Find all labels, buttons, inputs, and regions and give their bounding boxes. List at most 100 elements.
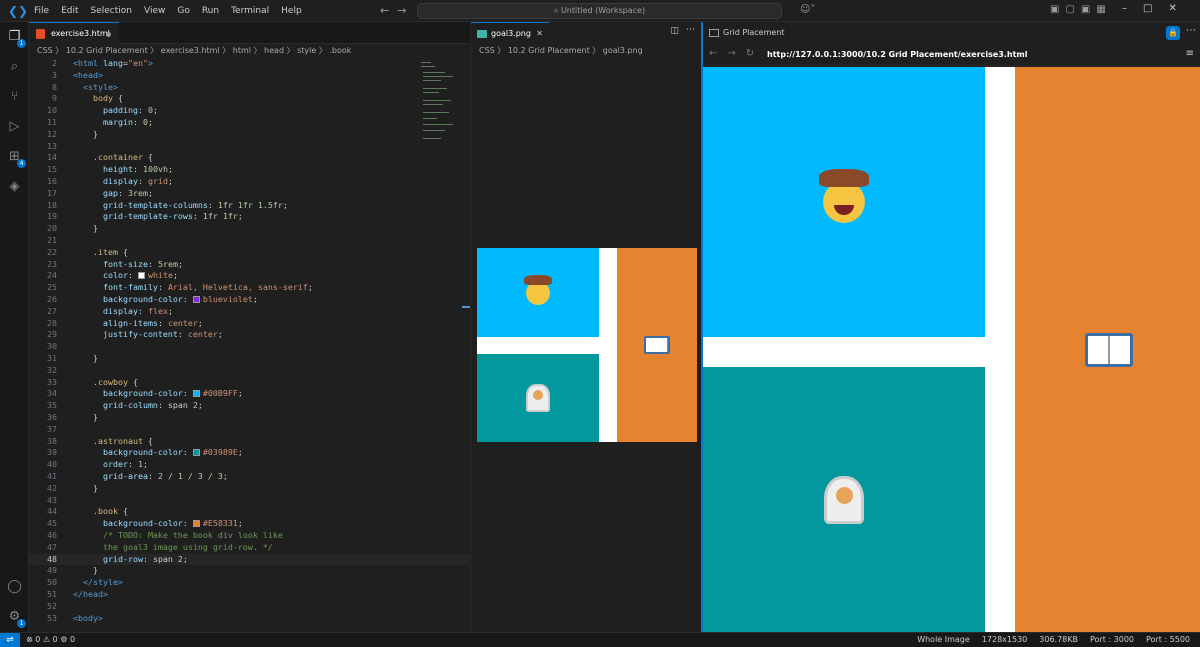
code-line[interactable]: 2 <html lang="en"> [29, 58, 470, 70]
code-line[interactable]: 44 .book { [29, 506, 470, 518]
code-line[interactable]: 51 </head> [29, 589, 470, 601]
line-content[interactable]: order: 1; [73, 459, 148, 471]
code-line[interactable]: 24 color: white; [29, 270, 470, 282]
line-content[interactable]: grid-template-columns: 1fr 1fr 1.5fr; [73, 200, 288, 212]
code-line[interactable]: 53 <body> [29, 613, 470, 625]
line-content[interactable]: <head> [73, 70, 103, 82]
line-content[interactable]: height: 100vh; [73, 164, 173, 176]
code-line[interactable]: 19 grid-template-rows: 1fr 1fr; [29, 211, 470, 223]
code-line[interactable]: 48 grid-row: span 2; [29, 553, 470, 566]
tab-grid-placement[interactable]: Grid Placement [703, 22, 793, 44]
code-line[interactable]: 50 </style> [29, 577, 470, 589]
line-content[interactable]: background-color: blueviolet; [73, 294, 258, 306]
line-content[interactable]: } [73, 483, 98, 495]
line-content[interactable]: } [73, 129, 98, 141]
code-line[interactable]: 31 } [29, 353, 470, 365]
code-line[interactable]: 45 background-color: #E58331; [29, 518, 470, 530]
account-icon[interactable]: ◯ [6, 578, 23, 595]
menu-edit[interactable]: Edit [55, 0, 84, 22]
line-content[interactable]: font-size: 5rem; [73, 259, 183, 271]
unsaved-dot-icon[interactable] [106, 32, 111, 37]
code-line[interactable]: 28 align-items: center; [29, 318, 470, 330]
line-content[interactable]: <style> [73, 82, 118, 94]
line-content[interactable]: } [73, 353, 98, 365]
code-line[interactable]: 37 [29, 424, 470, 436]
menu-run[interactable]: Run [196, 0, 225, 22]
source-control-icon[interactable]: ⑂ [6, 88, 23, 105]
port-3000-status[interactable]: Port : 3000 [1090, 633, 1134, 647]
line-content[interactable]: .cowboy { [73, 377, 138, 389]
code-line[interactable]: 34 background-color: #00B9FF; [29, 388, 470, 400]
code-line[interactable]: 25 font-family: Arial, Helvetica, sans-s… [29, 282, 470, 294]
code-line[interactable]: 8 <style> [29, 82, 470, 94]
line-content[interactable]: .item { [73, 247, 128, 259]
code-line[interactable]: 49 } [29, 565, 470, 577]
code-line[interactable]: 17 gap: 3rem; [29, 188, 470, 200]
line-content[interactable]: <body> [73, 613, 103, 625]
code-line[interactable]: 3 <head> [29, 70, 470, 82]
line-content[interactable]: background-color: #00B9FF; [73, 388, 243, 400]
code-line[interactable]: 46 /* TODO: Make the book div look like [29, 530, 470, 542]
python-icon[interactable]: ◈ [6, 178, 23, 195]
code-line[interactable]: 26 background-color: blueviolet; [29, 294, 470, 306]
code-line[interactable]: 30 [29, 341, 470, 353]
line-content[interactable]: justify-content: center; [73, 329, 223, 341]
url-input[interactable]: http://127.0.0.1:3000/10.2 Grid Placemen… [767, 44, 1028, 66]
menu-terminal[interactable]: Terminal [225, 0, 275, 22]
line-content[interactable]: background-color: #E58331; [73, 518, 243, 530]
line-content[interactable]: padding: 0; [73, 105, 158, 117]
line-content[interactable]: .astronaut { [73, 436, 153, 448]
line-content[interactable]: grid-row: span 2; [73, 554, 188, 566]
command-center-search[interactable]: ⌕ Untitled (Workspace) [417, 3, 782, 19]
code-line[interactable]: 27 display: flex; [29, 306, 470, 318]
more-actions-icon[interactable]: ⋯ [1186, 25, 1196, 36]
explorer-icon[interactable]: ❐ 1 [6, 28, 26, 48]
line-content[interactable]: display: grid; [73, 176, 173, 188]
layout-controls-icon[interactable]: ▣▢▣▦ [1050, 4, 1112, 15]
line-content[interactable]: } [73, 565, 98, 577]
code-line[interactable]: 13 [29, 141, 470, 153]
code-line[interactable]: 40 order: 1; [29, 459, 470, 471]
port-5500-status[interactable]: Port : 5500 [1146, 633, 1190, 647]
tab-goal3-png[interactable]: goal3.png ✕ [471, 22, 549, 44]
code-area[interactable]: 2 <html lang="en"> 3 <head> 8 <style> 9 body … [29, 58, 470, 632]
code-line[interactable]: 22 .item { [29, 247, 470, 259]
run-debug-icon[interactable]: ▷ [6, 118, 23, 135]
code-line[interactable]: 16 display: grid; [29, 176, 470, 188]
breadcrumb[interactable]: CSS 〉 10.2 Grid Placement 〉 exercise3.ht… [37, 44, 351, 58]
code-line[interactable]: 14 .container { [29, 152, 470, 164]
browser-nav-icon[interactable]: ←→↻ [709, 48, 764, 59]
problems-status[interactable]: ⊗ 0 ⚠ 0 ⚙ 0 [26, 633, 75, 647]
search-icon[interactable]: ⌕ [6, 58, 23, 75]
tab-exercise3-html[interactable]: exercise3.html [29, 22, 119, 44]
code-line[interactable]: 21 [29, 235, 470, 247]
code-line[interactable]: 11 margin: 0; [29, 117, 470, 129]
line-content[interactable]: </head> [73, 589, 108, 601]
line-content[interactable]: background-color: #03989E; [73, 447, 243, 459]
menu-icon[interactable]: ≡ [1186, 48, 1194, 59]
code-line[interactable]: 29 justify-content: center; [29, 329, 470, 341]
settings-gear-icon[interactable]: ⚙ 1 [6, 608, 26, 628]
minimap[interactable] [419, 58, 464, 148]
copilot-icon[interactable]: ☺˅ [800, 4, 815, 15]
menu-selection[interactable]: Selection [85, 0, 138, 22]
line-content[interactable]: /* TODO: Make the book div look like [73, 530, 283, 542]
line-content[interactable]: font-family: Arial, Helvetica, sans-seri… [73, 282, 313, 294]
line-content[interactable]: body { [73, 93, 123, 105]
breadcrumb[interactable]: CSS 〉 10.2 Grid Placement 〉 goal3.png [479, 44, 643, 58]
code-line[interactable]: 52 [29, 601, 470, 613]
line-content[interactable]: .book { [73, 506, 128, 518]
split-editor-icon[interactable]: ◫ [670, 26, 679, 36]
extensions-icon[interactable]: ⊞ 4 [6, 148, 26, 168]
line-content[interactable]: color: white; [73, 270, 178, 282]
code-line[interactable]: 47 the goal3 image using grid-row. */ [29, 542, 470, 554]
remote-icon[interactable]: ⇌ [0, 633, 20, 647]
line-content[interactable]: .container { [73, 152, 153, 164]
code-line[interactable]: 32 [29, 365, 470, 377]
line-content[interactable]: gap: 3rem; [73, 188, 153, 200]
nav-back-forward-icon[interactable]: ←→ [380, 4, 414, 17]
code-line[interactable]: 15 height: 100vh; [29, 164, 470, 176]
line-content[interactable]: } [73, 412, 98, 424]
image-canvas[interactable] [471, 58, 702, 632]
code-line[interactable]: 18 grid-template-columns: 1fr 1fr 1.5fr; [29, 200, 470, 212]
